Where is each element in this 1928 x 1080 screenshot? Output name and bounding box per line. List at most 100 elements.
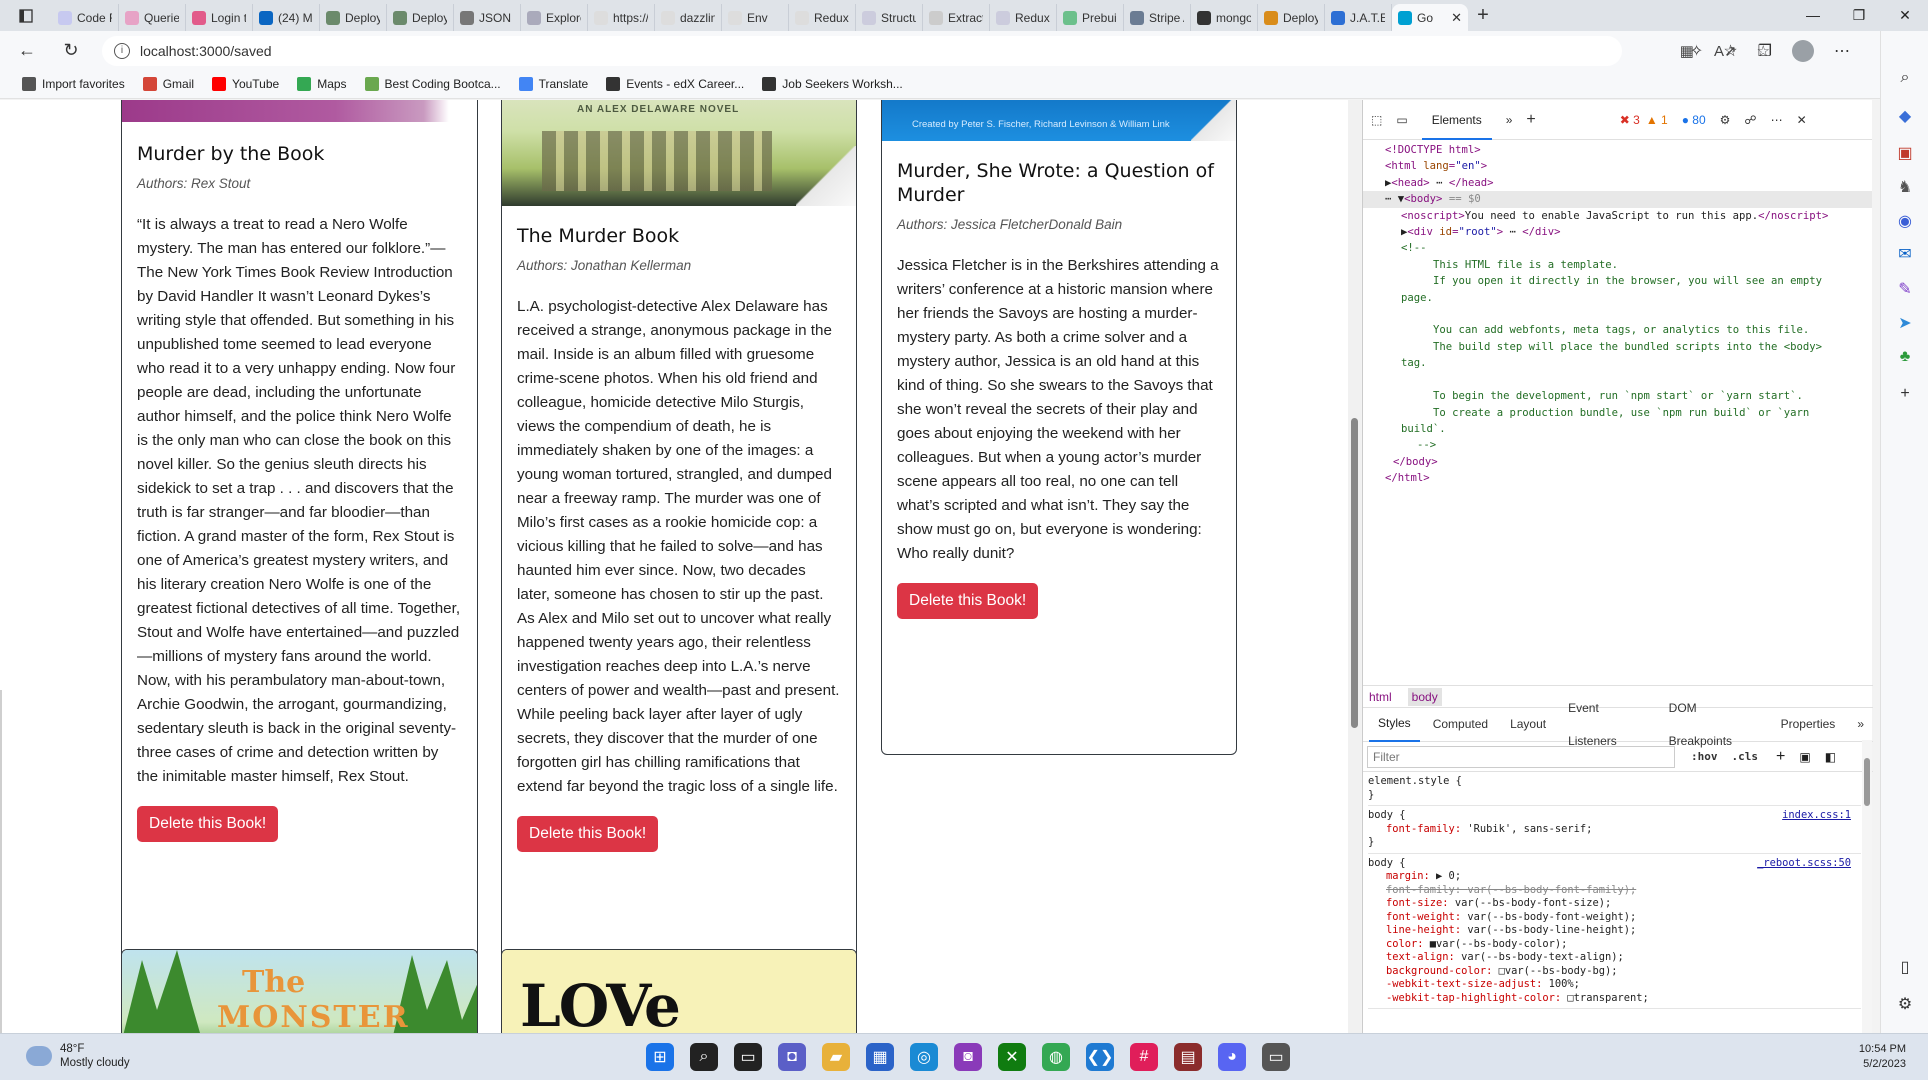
profile-avatar[interactable] bbox=[1792, 39, 1814, 62]
shopping-icon[interactable]: ◆ bbox=[1895, 106, 1915, 126]
dom-node-line[interactable] bbox=[1385, 306, 1872, 322]
edge-icon[interactable]: ◎ bbox=[910, 1043, 938, 1071]
devtools-close-icon[interactable]: ✕ bbox=[1797, 113, 1807, 127]
add-sidebar-app-icon[interactable]: + bbox=[1895, 384, 1915, 404]
slack-icon[interactable]: # bbox=[1130, 1043, 1158, 1071]
messages-counter[interactable]: ● 80 bbox=[1682, 113, 1706, 127]
new-tab-button[interactable]: + bbox=[1468, 2, 1498, 29]
css-declaration[interactable]: font-weight: var(--bs-body-font-weight); bbox=[1368, 911, 1861, 925]
dom-node-line[interactable]: <noscript>You need to enable JavaScript … bbox=[1385, 208, 1872, 224]
browser-tab[interactable]: Deploy bbox=[320, 4, 387, 31]
windows-start-icon[interactable]: ⊞ bbox=[646, 1043, 674, 1071]
xbox-icon[interactable]: ✕ bbox=[998, 1043, 1026, 1071]
dom-node-line[interactable]: --> bbox=[1385, 437, 1872, 453]
back-button[interactable]: ← bbox=[10, 34, 44, 68]
designer-icon[interactable]: ✎ bbox=[1895, 279, 1915, 299]
css-declaration[interactable]: line-height: var(--bs-body-line-height); bbox=[1368, 924, 1861, 938]
css-source-link[interactable]: _reboot.scss:50 bbox=[1757, 857, 1851, 871]
minimize-button[interactable]: — bbox=[1790, 0, 1836, 31]
favorite-link[interactable]: Maps bbox=[297, 77, 347, 91]
breadcrumb-body[interactable]: body bbox=[1407, 687, 1442, 706]
styles-subtab[interactable]: Styles bbox=[1369, 707, 1420, 742]
outlook-icon[interactable]: ✉ bbox=[1895, 244, 1915, 264]
browser-tab[interactable]: JSON W bbox=[454, 4, 521, 31]
winrar-icon[interactable]: ▤ bbox=[1174, 1043, 1202, 1071]
browser-tab[interactable]: Redux E bbox=[990, 4, 1057, 31]
file-explorer-icon[interactable]: ▰ bbox=[822, 1043, 850, 1071]
task-view-icon[interactable]: ▭ bbox=[734, 1043, 762, 1071]
browser-tab[interactable]: (24) Mic bbox=[253, 4, 320, 31]
dom-node-line[interactable]: </body> bbox=[1385, 454, 1872, 470]
styles-scrollbar-thumb[interactable] bbox=[1864, 758, 1870, 806]
dom-node-line[interactable]: ▶<div id="root"> ⋯ </div> bbox=[1385, 224, 1872, 240]
settings-more-icon[interactable]: ⋯ bbox=[1834, 41, 1850, 61]
chrome-icon[interactable]: ◍ bbox=[1042, 1043, 1070, 1071]
dom-node-line[interactable]: <!DOCTYPE html> bbox=[1385, 142, 1872, 158]
breadcrumb-html[interactable]: html bbox=[1369, 690, 1392, 704]
favorite-link[interactable]: Best Coding Bootca... bbox=[364, 77, 501, 91]
weather-widget[interactable]: 48°F Mostly cloudy bbox=[26, 1042, 130, 1070]
css-declaration[interactable]: -webkit-text-size-adjust: 100%; bbox=[1368, 978, 1861, 992]
device-toolbar-icon[interactable]: ▭ bbox=[1396, 113, 1407, 127]
dom-node-line[interactable]: page. bbox=[1385, 290, 1872, 306]
sidebar-settings-icon[interactable]: ⚙ bbox=[1895, 994, 1915, 1014]
browser-tab[interactable]: Go ✕ bbox=[1392, 4, 1468, 31]
delete-book-button[interactable]: Delete this Book! bbox=[897, 583, 1039, 619]
dom-node-line[interactable]: The build step will place the bundled sc… bbox=[1385, 339, 1872, 355]
issues-counter[interactable]: ✖ 3 ▲ 1 bbox=[1620, 113, 1668, 127]
favorite-link[interactable]: Translate bbox=[518, 77, 588, 91]
dom-tree[interactable]: <!DOCTYPE html> <html lang="en"> ▶<head> ⋯… bbox=[1363, 140, 1872, 487]
class-toggle-button[interactable]: .cls bbox=[1732, 750, 1759, 763]
tab-actions-button[interactable] bbox=[0, 0, 52, 31]
new-rule-icon[interactable]: + bbox=[1776, 748, 1785, 766]
browser-tab[interactable]: Structu bbox=[856, 4, 923, 31]
dom-node-line[interactable]: <!-- bbox=[1385, 240, 1872, 256]
dom-node-line[interactable]: </html> bbox=[1385, 470, 1872, 486]
browser-tab[interactable]: Deploy bbox=[387, 4, 454, 31]
send-icon[interactable]: ➤ bbox=[1895, 313, 1915, 333]
css-declaration[interactable]: text-align: var(--bs-body-text-align); bbox=[1368, 951, 1861, 965]
styles-subtab[interactable]: Properties bbox=[1772, 708, 1845, 741]
system-clock[interactable]: 10:54 PM 5/2/2023 bbox=[1859, 1042, 1906, 1072]
address-bar[interactable]: i localhost:3000/saved bbox=[102, 35, 1622, 66]
dom-node-line[interactable]: <html lang="en"> bbox=[1385, 158, 1872, 174]
favorite-link[interactable]: Job Seekers Worksh... bbox=[762, 77, 903, 91]
favorite-link[interactable]: Import favorites bbox=[22, 77, 125, 91]
browser-tab[interactable]: mongo bbox=[1191, 4, 1258, 31]
site-info-icon[interactable]: i bbox=[114, 42, 130, 59]
browser-tab[interactable]: Env bbox=[722, 4, 789, 31]
css-declaration[interactable]: -webkit-tap-highlight-color: □transparen… bbox=[1368, 992, 1861, 1006]
delete-book-button[interactable]: Delete this Book! bbox=[137, 806, 279, 842]
styles-subtab[interactable]: Computed bbox=[1424, 708, 1497, 741]
collections-icon[interactable]: ❐ bbox=[1758, 41, 1772, 61]
browser-tab[interactable]: Extract bbox=[923, 4, 990, 31]
add-panel-icon[interactable]: + bbox=[1526, 111, 1535, 129]
close-tab-icon[interactable]: ✕ bbox=[1451, 10, 1462, 26]
css-declaration[interactable]: background-color: □var(--bs-body-bg); bbox=[1368, 965, 1861, 979]
css-declaration[interactable]: margin: ▶ 0; bbox=[1368, 870, 1861, 884]
extensions-icon[interactable]: ✧ bbox=[1690, 41, 1703, 61]
dom-node-line[interactable]: To begin the development, run `npm start… bbox=[1385, 388, 1872, 404]
dom-node-line[interactable]: tag. bbox=[1385, 355, 1872, 371]
devtools-settings-icon[interactable]: ⚙ bbox=[1720, 113, 1731, 127]
browser-tab[interactable]: Login to bbox=[186, 4, 253, 31]
sidebar-toggle-icon[interactable]: ◧ bbox=[1825, 750, 1836, 764]
discord-icon[interactable]: ◕ bbox=[1218, 1043, 1246, 1071]
favorite-link[interactable]: YouTube bbox=[212, 77, 279, 91]
page-scrollbar-thumb[interactable] bbox=[1351, 418, 1358, 728]
tools-icon[interactable]: ▣ bbox=[1895, 143, 1915, 163]
styles-subtab[interactable]: Layout bbox=[1501, 708, 1555, 741]
css-declaration[interactable]: font-family: 'Rubik', sans-serif; bbox=[1368, 823, 1861, 837]
css-declaration[interactable]: font-family: var(--bs-body-font-family); bbox=[1368, 884, 1861, 898]
browser-tab[interactable]: Explore bbox=[521, 4, 588, 31]
delete-book-button[interactable]: Delete this Book! bbox=[517, 816, 659, 852]
css-source-link[interactable]: index.css:1 bbox=[1782, 809, 1851, 823]
styles-subtab[interactable]: » bbox=[1848, 708, 1873, 741]
search-icon[interactable]: ⌕ bbox=[1895, 68, 1915, 88]
dom-node-line[interactable]: If you open it directly in the browser, … bbox=[1385, 273, 1872, 289]
games-icon[interactable]: ♞ bbox=[1895, 177, 1915, 197]
dom-node-line[interactable] bbox=[1385, 372, 1872, 388]
dom-node-line[interactable]: To create a production bundle, use `npm … bbox=[1385, 405, 1872, 421]
devtools-more-icon[interactable]: ⋯ bbox=[1771, 113, 1783, 127]
browser-tab[interactable]: Redux I bbox=[789, 4, 856, 31]
